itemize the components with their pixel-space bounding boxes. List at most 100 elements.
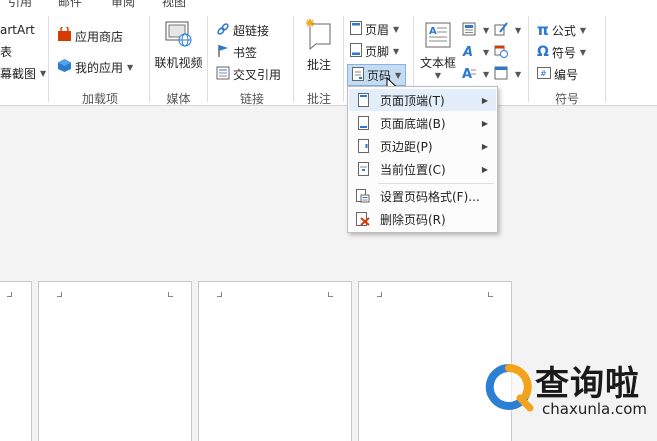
chevron-down-icon: ▼ bbox=[515, 69, 522, 79]
comment-button[interactable]: 批注 bbox=[298, 18, 340, 73]
object-window-icon bbox=[494, 66, 508, 83]
page-margin-icon bbox=[356, 139, 370, 153]
online-video-button[interactable]: 联机视频 bbox=[151, 20, 206, 71]
dropcap-button[interactable]: A ▼ bbox=[462, 64, 489, 84]
chevron-down-icon: ▼ bbox=[483, 69, 490, 79]
chevron-right-icon: ▶ bbox=[481, 141, 488, 151]
menu-divider bbox=[378, 183, 494, 184]
number-box-icon: # bbox=[537, 66, 551, 82]
comments-group-label: 批注 bbox=[306, 92, 331, 106]
remove-page-numbers-icon bbox=[356, 212, 370, 226]
bookmark-button[interactable]: 书签 bbox=[216, 42, 257, 62]
date-time-button[interactable] bbox=[494, 42, 511, 62]
menu-item-format-page-numbers[interactable]: 设置页码格式(F)... bbox=[349, 185, 496, 207]
textbox-icon: A bbox=[417, 22, 459, 51]
menu-item-top-of-page[interactable]: 页面顶端(T) ▶ bbox=[349, 89, 496, 111]
bookmark-flag-icon bbox=[216, 44, 230, 61]
chevron-right-icon: ▶ bbox=[481, 118, 488, 128]
chevron-down-icon: ▼ bbox=[515, 25, 522, 35]
chevron-down-icon: ▼ bbox=[483, 47, 490, 57]
chart-button[interactable]: 表 bbox=[0, 41, 12, 61]
menu-item-bottom-of-page[interactable]: 页面底端(B) ▶ bbox=[349, 112, 496, 134]
page-bottom-icon bbox=[356, 116, 370, 130]
omega-icon: Ω bbox=[537, 44, 549, 60]
group-separator bbox=[528, 16, 529, 102]
cross-reference-button[interactable]: 交叉引用 bbox=[216, 64, 281, 84]
group-separator bbox=[343, 16, 344, 102]
equation-button[interactable]: π 公式 ▼ bbox=[537, 20, 586, 40]
apps-puzzle-icon bbox=[57, 58, 72, 76]
wordart-button[interactable]: A ▼ bbox=[462, 42, 489, 62]
svg-text:A: A bbox=[429, 26, 437, 37]
numbering-button[interactable]: # 编号 bbox=[537, 64, 578, 84]
addins-group-label: 加载项 bbox=[81, 92, 118, 106]
chevron-down-icon: ▼ bbox=[483, 25, 490, 35]
svg-text:A: A bbox=[462, 45, 473, 58]
chevron-right-icon: ▶ bbox=[481, 164, 488, 174]
symbol-button[interactable]: Ω 符号 ▼ bbox=[537, 42, 586, 62]
hyperlink-button[interactable]: 超链接 bbox=[216, 20, 269, 40]
new-comment-icon bbox=[298, 18, 340, 53]
header-page-icon bbox=[350, 20, 362, 38]
cross-reference-icon bbox=[216, 66, 230, 83]
document-page[interactable] bbox=[0, 281, 32, 441]
chevron-down-icon: ▼ bbox=[579, 25, 587, 35]
ribbon-tab-strip: 引用 邮件 审阅 视图 bbox=[0, 0, 657, 12]
group-separator bbox=[605, 16, 606, 102]
watermark-title: 查询啦 bbox=[535, 364, 640, 404]
dropcap-icon: A bbox=[462, 66, 476, 83]
signature-pen-icon bbox=[494, 21, 508, 39]
group-separator bbox=[207, 16, 208, 102]
group-separator bbox=[149, 16, 150, 102]
tab-review[interactable]: 审阅 bbox=[111, 0, 135, 10]
chevron-down-icon: ▼ bbox=[393, 24, 400, 34]
tab-references[interactable]: 引用 bbox=[8, 0, 32, 10]
media-group-label: 媒体 bbox=[166, 92, 191, 106]
hyperlink-icon bbox=[216, 22, 230, 39]
watermark-logo-icon bbox=[482, 360, 536, 417]
svg-text:A: A bbox=[462, 67, 472, 80]
page-top-icon bbox=[356, 93, 370, 107]
wordart-icon: A bbox=[462, 44, 476, 61]
store-bag-icon bbox=[57, 25, 72, 45]
menu-item-page-margins[interactable]: 页边距(P) ▶ bbox=[349, 135, 496, 157]
group-separator bbox=[48, 16, 49, 102]
svg-text:#: # bbox=[540, 69, 547, 78]
document-page[interactable] bbox=[38, 281, 192, 441]
pi-icon: π bbox=[537, 21, 549, 39]
document-page[interactable] bbox=[198, 281, 352, 441]
group-separator bbox=[293, 16, 294, 102]
chevron-down-icon: ▼ bbox=[40, 68, 47, 78]
chevron-down-icon: ▼ bbox=[434, 71, 442, 80]
page-current-icon bbox=[356, 162, 370, 176]
watermark: 查询啦 chaxunla.com bbox=[478, 350, 657, 441]
page-number-icon bbox=[352, 66, 364, 84]
store-button[interactable]: 应用商店 bbox=[57, 25, 123, 46]
tab-mailings[interactable]: 邮件 bbox=[58, 0, 82, 10]
page-number-menu: 页面顶端(T) ▶ 页面底端(B) ▶ 页边距(P) ▶ 当前位置(C) ▶ 设… bbox=[347, 86, 498, 233]
quick-parts-button[interactable]: ▼ bbox=[462, 20, 489, 40]
menu-item-current-position[interactable]: 当前位置(C) ▶ bbox=[349, 158, 496, 180]
menu-item-remove-page-numbers[interactable]: 删除页码(R) bbox=[349, 208, 496, 230]
tab-view[interactable]: 视图 bbox=[162, 0, 186, 10]
signature-line-button[interactable]: ▼ bbox=[494, 20, 521, 40]
header-button[interactable]: 页眉 ▼ bbox=[350, 19, 399, 39]
chevron-down-icon: ▼ bbox=[127, 62, 134, 72]
object-button[interactable]: ▼ bbox=[494, 64, 521, 84]
footer-button[interactable]: 页脚 ▼ bbox=[350, 41, 399, 61]
symbols-group-label: 符号 bbox=[554, 92, 579, 106]
calendar-clock-icon bbox=[494, 44, 508, 61]
links-group-label: 链接 bbox=[239, 92, 264, 106]
my-apps-button[interactable]: 我的应用 ▼ bbox=[57, 57, 133, 77]
quick-parts-icon bbox=[462, 22, 476, 39]
textbox-button[interactable]: A 文本框 ▼ bbox=[417, 22, 459, 80]
ribbon: artArt 表 幕截图 ▼ 应用商店 我的应用 ▼ 加载项 联机视频 媒体 超… bbox=[0, 12, 657, 106]
format-page-numbers-icon bbox=[356, 189, 370, 203]
chevron-right-icon: ▶ bbox=[481, 95, 488, 105]
chevron-down-icon: ▼ bbox=[579, 47, 587, 57]
word-window: 引用 邮件 审阅 视图 artArt 表 幕截图 ▼ 应用商店 我的应用 ▼ 加… bbox=[0, 0, 657, 441]
smartart-button[interactable]: artArt bbox=[0, 20, 35, 40]
screenshot-button[interactable]: 幕截图 ▼ bbox=[0, 63, 46, 83]
chevron-down-icon: ▼ bbox=[393, 46, 400, 56]
watermark-url: chaxunla.com bbox=[542, 400, 647, 418]
